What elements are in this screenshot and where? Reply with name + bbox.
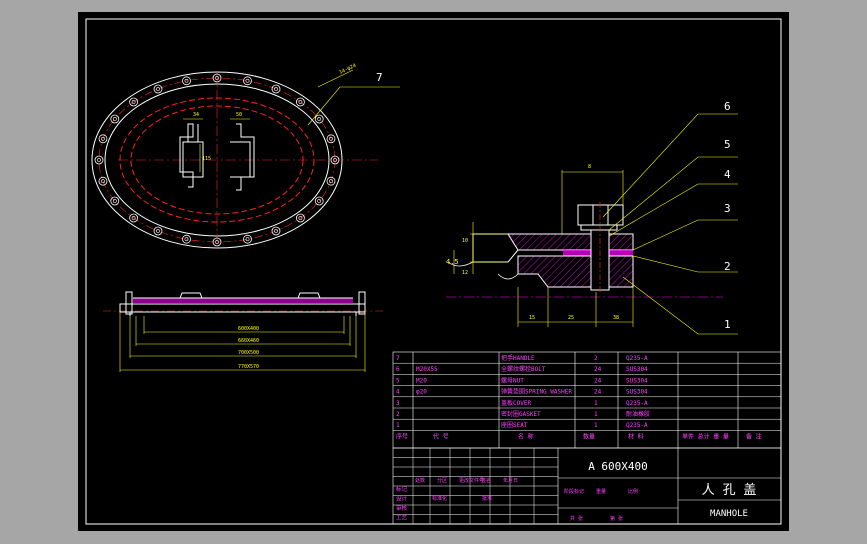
parts-cell: 7: [396, 355, 400, 362]
sec-dim-8: 8: [588, 164, 591, 170]
sec-dim-4-5: 4.5: [446, 258, 459, 266]
sec-dim-15: 15: [529, 315, 535, 321]
parts-header-cell: 序号: [396, 432, 408, 440]
parts-cell: 把手HANDLE: [501, 354, 535, 362]
parts-cell: 4: [396, 389, 400, 396]
title-cn: 人 孔 盖: [702, 483, 757, 498]
parts-cell: 2: [594, 355, 598, 362]
balloon-5: 5: [724, 138, 731, 151]
dim-700x500: 700X500: [238, 350, 259, 356]
tb-grid-label: 签名: [481, 477, 491, 484]
sec-dim-25: 25: [568, 315, 574, 321]
parts-cell: SUS304: [626, 366, 648, 373]
parts-list-table: 7 把手HANDLE 2 Q235-A6 M20X55 全螺纹螺栓BOLT 24 SUS304…: [392, 351, 782, 449]
parts-cell: 3: [396, 400, 400, 407]
balloon-4: 4: [724, 168, 731, 181]
sec-dim-38: 38: [613, 315, 619, 321]
parts-cell: 耐油橡胶: [626, 410, 650, 418]
sec-dim-10: 10: [462, 238, 468, 244]
bolt-hole: [153, 226, 163, 236]
tb-left-label: 标记: [396, 485, 408, 493]
parts-cell: 24: [594, 377, 602, 384]
tb-left-label: 设计: [396, 495, 408, 503]
section-detail: 8 10 12 4.5 15 25 38 6 5 4 3 2 1: [446, 100, 738, 335]
parts-cell: SUS304: [626, 389, 648, 396]
parts-cell: 1: [594, 411, 598, 418]
parts-cell: 盖板COVER: [501, 399, 531, 407]
plan-view: 34 50 115 14-φ24 7: [91, 63, 400, 250]
drawing-sheet: 34 50 115 14-φ24 7 600X400 660X460 700X5…: [78, 12, 789, 531]
tb-grid-label: 标准化: [432, 495, 447, 502]
parts-cell: Q235-A: [626, 422, 648, 429]
parts-header-cell: 名 称: [518, 432, 534, 440]
parts-cell: 6: [396, 366, 400, 373]
parts-cell: SUS304: [626, 377, 648, 384]
bolt-hole: [243, 234, 252, 244]
bolt-hole: [110, 196, 120, 206]
parts-cell: 24: [594, 366, 602, 373]
bolt-hole-note: 14-φ24: [338, 63, 357, 76]
parts-cell: 座圈SEAT: [501, 421, 528, 429]
parts-cell: Q235-A: [626, 355, 648, 362]
parts-cell: M20: [416, 377, 427, 384]
parts-cell: 1: [594, 400, 598, 407]
handle-right: [236, 123, 255, 191]
sec-dim-12: 12: [462, 270, 468, 276]
plan-dim-1: 34: [193, 112, 199, 118]
parts-cell: 1: [396, 422, 400, 429]
title-en: MANHOLE: [710, 509, 748, 519]
tb-left-label: 工艺: [396, 515, 408, 522]
parts-header-cell: 代 号: [433, 432, 449, 440]
parts-cell: φ20: [416, 389, 427, 396]
balloon-7: 7: [376, 71, 383, 84]
parts-cell: 全螺纹螺栓BOLT: [501, 365, 546, 373]
tb-grid-label: 年月日: [503, 477, 518, 484]
parts-header-cell: 数量: [583, 432, 595, 440]
tb-grid-label: 共 张: [570, 515, 583, 522]
parts-header-cell: 备 注: [746, 432, 762, 440]
spec-label: A 600X400: [588, 460, 648, 473]
balloon-1: 1: [724, 318, 731, 331]
plan-dim-3: 115: [202, 156, 211, 162]
parts-cell: 24: [594, 389, 602, 396]
title-block: 标记设计审核工艺处数 分区 更改文件号签名 年月日标准化 批准阶段标记 重量 比例共 张第 …: [392, 447, 782, 525]
balloon-3: 3: [724, 202, 731, 215]
balloon-6: 6: [724, 100, 731, 113]
cad-drawing: 34 50 115 14-φ24 7 600X400 660X460 700X5…: [85, 18, 782, 525]
parts-header-cell: 单件 总计 重 量: [682, 432, 729, 440]
balloon-2: 2: [724, 260, 731, 273]
parts-cell: 5: [396, 377, 400, 384]
parts-cell: 弹簧垫圈SPRING WASHER: [501, 388, 572, 396]
parts-cell: 螺母NUT: [501, 376, 524, 384]
tb-grid-label: 批准: [482, 495, 492, 502]
parts-cell: 密封圈GASKET: [501, 410, 541, 418]
elevation-view: 600X400 660X460 700X500 770X570: [103, 291, 383, 372]
parts-header-cell: 材 料: [628, 432, 644, 440]
bolt-hole: [243, 76, 252, 86]
tb-grid-label: 处数: [415, 477, 425, 484]
parts-cell: M20X55: [416, 366, 438, 373]
dim-600x400: 600X400: [238, 326, 259, 332]
tb-grid-label: 阶段标记: [564, 488, 584, 495]
tb-left-label: 审核: [396, 504, 408, 512]
tb-grid-label: 分区: [437, 477, 447, 484]
parts-cell: Q235-A: [626, 400, 648, 407]
dim-770x570: 770X570: [238, 364, 259, 370]
dim-660x460: 660X460: [238, 338, 259, 344]
parts-cell: 2: [396, 411, 400, 418]
tb-grid-label: 重量: [596, 488, 606, 495]
tb-grid-label: 第 张: [610, 515, 623, 522]
bolt-hole: [153, 84, 163, 94]
tb-grid-label: 比例: [628, 488, 638, 495]
parts-cell: 1: [594, 422, 598, 429]
plan-dim-2: 50: [236, 112, 242, 118]
bolt-hole: [110, 114, 120, 124]
